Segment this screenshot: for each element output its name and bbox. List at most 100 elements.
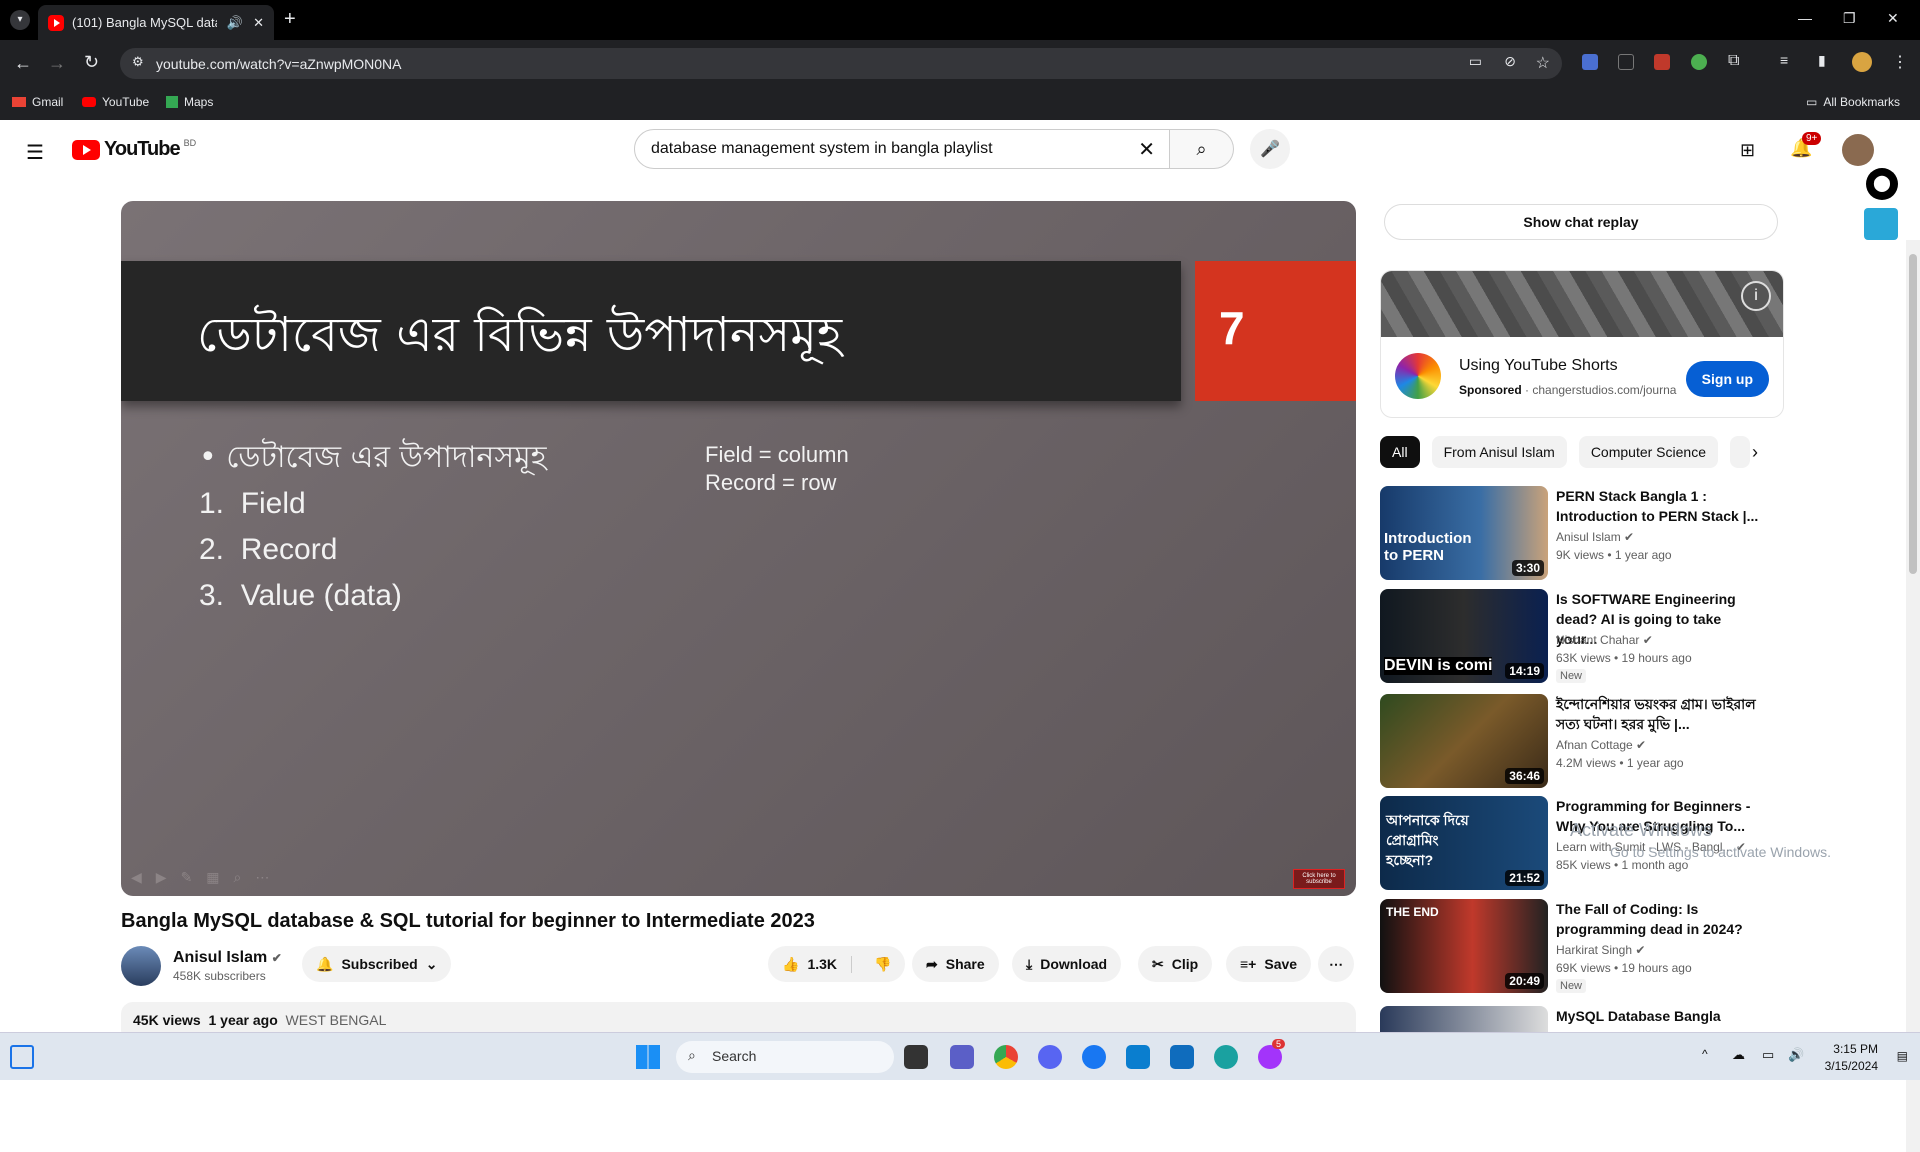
display-icon[interactable]: ▭ xyxy=(1762,1047,1774,1063)
more-actions-button[interactable]: ⋯ xyxy=(1318,946,1354,982)
info-icon[interactable]: i xyxy=(1741,281,1771,311)
profile-avatar[interactable] xyxy=(1852,52,1872,72)
list-item[interactable]: 36:46 ইন্দোনেশিয়ার ভয়ংকর গ্রাম। ভাইরাল… xyxy=(1380,694,1780,788)
extensions-puzzle-icon[interactable]: ⧉ xyxy=(1728,52,1739,70)
download-button[interactable]: ⤓ Download xyxy=(1012,946,1122,982)
clip-button[interactable]: ✂ Clip xyxy=(1138,946,1213,982)
scrollbar-thumb[interactable] xyxy=(1909,254,1917,574)
chip-from-channel[interactable]: From Anisul Islam xyxy=(1431,436,1567,468)
video-thumbnail[interactable]: আপনাকে দিয়ে প্রোগ্রামিং হচ্ছেনা? 21:52 xyxy=(1380,796,1548,890)
system-clock[interactable]: 3:15 PM 3/15/2024 xyxy=(1825,1041,1878,1075)
network-icon[interactable]: ☁ xyxy=(1732,1047,1745,1063)
eye-off-icon[interactable]: ⊘ xyxy=(1504,53,1516,70)
tab-list-icon[interactable]: ▾ xyxy=(10,10,30,30)
site-info-icon[interactable]: ⚙ xyxy=(132,54,144,70)
notification-center-icon[interactable]: ▤ xyxy=(1897,1049,1908,1063)
bookmark-gmail[interactable]: Gmail xyxy=(12,95,63,109)
widgets-icon[interactable] xyxy=(10,1045,34,1069)
back-icon[interactable]: ← xyxy=(14,53,32,74)
like-button[interactable]: 👍 1.3K xyxy=(768,955,853,973)
file-explorer-icon[interactable] xyxy=(904,1045,928,1069)
rec-channel: Anisul Islam ✔ xyxy=(1556,530,1635,544)
page-scrollbar[interactable] xyxy=(1906,240,1920,1152)
facebook-icon[interactable] xyxy=(1082,1045,1106,1069)
bookmark-youtube[interactable]: YouTube xyxy=(82,95,149,109)
close-window-icon[interactable]: ✕ xyxy=(1887,10,1899,27)
reload-icon[interactable]: ↻ xyxy=(84,52,99,73)
list-item[interactable]: আপনাকে দিয়ে প্রোগ্রামিং হচ্ছেনা? 21:52 … xyxy=(1380,796,1780,890)
search-input[interactable]: database management system in bangla pla… xyxy=(634,129,1170,169)
video-thumbnail[interactable]: DEVIN is comi 14:19 xyxy=(1380,589,1548,683)
video-player[interactable]: ডেটাবেজ এর বিভিন্ন উপাদানসমূহ 7 • ডেটাবে… xyxy=(121,201,1356,896)
subscribe-watermark[interactable]: Click here to subscribe xyxy=(1293,869,1345,889)
extension-icon-1[interactable] xyxy=(1582,54,1598,70)
playlist-add-icon: ≡+ xyxy=(1240,956,1257,972)
chip-more[interactable] xyxy=(1729,436,1750,468)
video-thumbnail[interactable] xyxy=(1380,1006,1548,1032)
account-avatar[interactable] xyxy=(1842,134,1874,166)
video-thumbnail[interactable]: THE END 20:49 xyxy=(1380,899,1548,993)
voice-search-button[interactable]: 🎤 xyxy=(1250,129,1290,169)
edge-icon[interactable] xyxy=(1214,1045,1238,1069)
list-item[interactable]: MySQL Database Bangla xyxy=(1380,1006,1780,1032)
messenger-icon[interactable]: 5 xyxy=(1258,1039,1286,1069)
thumbnail-text: THE END xyxy=(1386,905,1439,919)
channel-name[interactable]: Anisul Islam xyxy=(173,949,267,966)
extension-icon-2[interactable] xyxy=(1618,54,1634,70)
outlook-icon[interactable] xyxy=(1170,1045,1194,1069)
dislike-button[interactable]: 👎 xyxy=(860,956,905,973)
save-button[interactable]: ≡+ Save xyxy=(1226,946,1312,982)
start-button[interactable] xyxy=(636,1045,660,1069)
extension-icon-4[interactable] xyxy=(1691,54,1707,70)
video-thumbnail[interactable]: 36:46 xyxy=(1380,694,1548,788)
cast-icon[interactable]: ▭ xyxy=(1469,53,1482,70)
grid-icon: ▦ xyxy=(206,869,220,885)
browser-tab-active[interactable]: (101) Bangla MySQL datab 🔊 ✕ xyxy=(38,5,274,40)
hamburger-menu-icon[interactable]: ☰ xyxy=(26,140,44,165)
meet-icon[interactable] xyxy=(950,1045,974,1069)
restore-icon[interactable]: ❐ xyxy=(1843,10,1856,27)
volume-icon[interactable]: 🔊 xyxy=(1788,1047,1804,1063)
list-item[interactable]: Introduction to PERN 3:30 PERN Stack Ban… xyxy=(1380,486,1780,580)
extension-overlay-2[interactable] xyxy=(1864,208,1898,240)
list-item[interactable]: THE END 20:49 The Fall of Coding: Is pro… xyxy=(1380,899,1780,993)
search-button[interactable]: ⌕ xyxy=(1170,129,1234,169)
video-thumbnail[interactable]: Introduction to PERN 3:30 xyxy=(1380,486,1548,580)
list-item[interactable]: DEVIN is comi 14:19 Is SOFTWARE Engineer… xyxy=(1380,589,1780,683)
share-button[interactable]: ➦ Share xyxy=(912,946,999,982)
discord-icon[interactable] xyxy=(1038,1045,1062,1069)
side-panel-icon[interactable]: ▮ xyxy=(1818,52,1826,69)
taskbar-search[interactable]: ⌕ Search xyxy=(676,1041,894,1073)
extension-overlay-icon[interactable]: ⬤ xyxy=(1866,168,1898,200)
chip-computer-science[interactable]: Computer Science xyxy=(1578,436,1718,468)
signup-button[interactable]: Sign up xyxy=(1685,361,1769,397)
vscode-icon[interactable] xyxy=(1126,1045,1150,1069)
clear-search-icon[interactable]: ✕ xyxy=(1138,137,1155,162)
bookmark-star-icon[interactable]: ☆ xyxy=(1536,53,1550,73)
bookmark-maps[interactable]: Maps xyxy=(166,95,213,109)
address-bar[interactable]: ⚙ youtube.com/watch?v=aZnwpMON0NA ☆ ▭ ⊘ xyxy=(120,48,1562,79)
subscribed-button[interactable]: 🔔 Subscribed ⌄ xyxy=(302,946,452,982)
notifications-icon[interactable]: 🔔 9+ xyxy=(1790,132,1822,159)
chip-all[interactable]: All xyxy=(1380,436,1420,468)
create-video-icon[interactable]: ⊞ xyxy=(1740,140,1755,161)
location-tag[interactable]: WEST BENGAL xyxy=(286,1012,387,1028)
media-control-icon[interactable]: ≡ xyxy=(1780,52,1788,68)
youtube-logo[interactable]: YouTube BD xyxy=(72,138,196,161)
chrome-icon[interactable] xyxy=(994,1045,1018,1069)
extension-icon-3[interactable] xyxy=(1654,54,1670,70)
all-bookmarks[interactable]: ▭ All Bookmarks xyxy=(1806,95,1900,109)
chevron-right-icon[interactable]: › xyxy=(1752,442,1758,463)
ad-card[interactable]: i Using YouTube Shorts Sponsored · chang… xyxy=(1380,270,1784,418)
forward-icon[interactable]: → xyxy=(48,53,66,74)
show-chat-replay-button[interactable]: Show chat replay xyxy=(1384,204,1778,240)
search-icon: ⌕ xyxy=(1196,138,1207,159)
channel-avatar[interactable] xyxy=(121,946,161,986)
minimize-icon[interactable]: — xyxy=(1798,10,1812,26)
speaker-icon[interactable]: 🔊 xyxy=(227,15,243,31)
close-tab-icon[interactable]: ✕ xyxy=(253,15,264,31)
new-tab-icon[interactable]: + xyxy=(284,8,296,31)
tray-chevron-icon[interactable]: ^ xyxy=(1702,1047,1708,1061)
like-count: 1.3K xyxy=(807,955,838,972)
menu-kebab-icon[interactable]: ⋮ xyxy=(1892,52,1908,72)
